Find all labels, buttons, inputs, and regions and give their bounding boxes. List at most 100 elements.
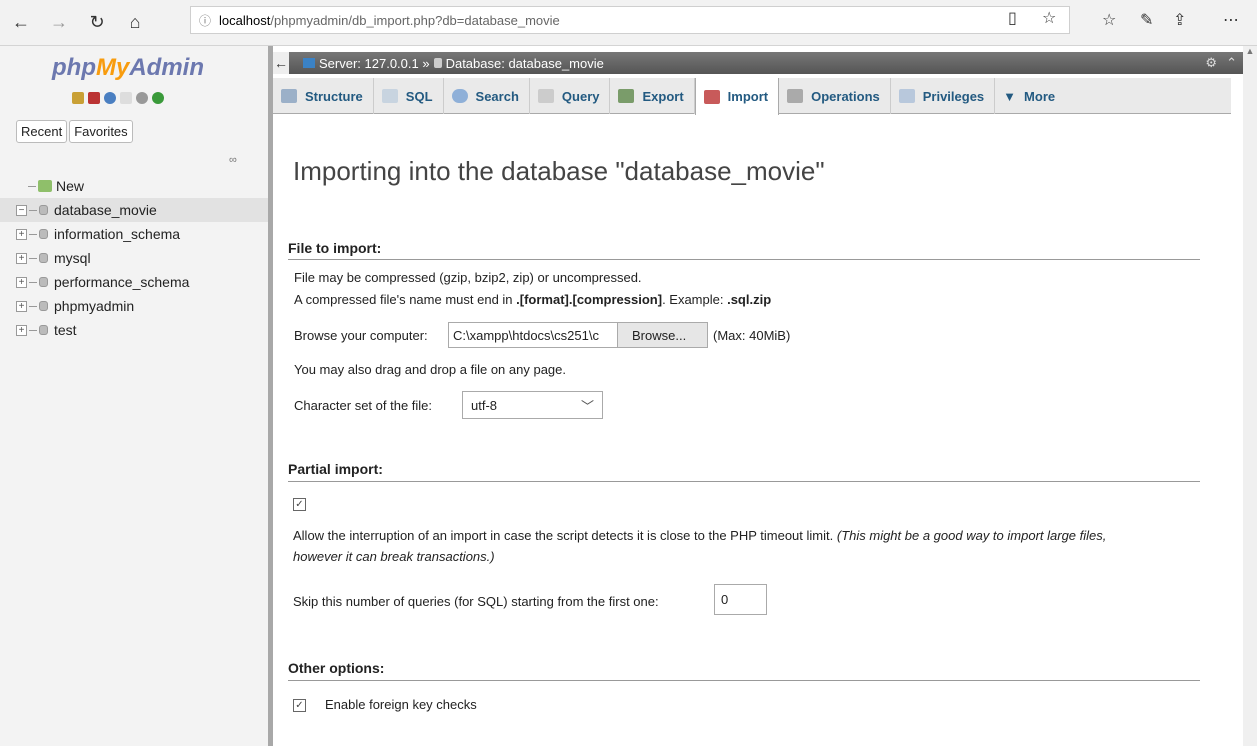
tab-export[interactable]: Export: [610, 78, 695, 114]
chevron-down-icon: ﹀: [580, 398, 594, 414]
chevron-down-icon: ▼: [1003, 88, 1017, 104]
url-path: /phpmyadmin/db_import.php?db=database_mo…: [270, 12, 560, 28]
database-icon: [39, 229, 48, 239]
tab-more[interactable]: ▼ More: [995, 78, 1065, 114]
tree-item-mysql[interactable]: + mysql: [0, 246, 268, 270]
tree-item-test[interactable]: + test: [0, 318, 268, 342]
tab-search[interactable]: Search: [444, 78, 530, 114]
collapse-sidebar-icon[interactable]: ←: [273, 52, 289, 74]
tree-connector: [29, 209, 37, 211]
tree-item-label: test: [54, 322, 77, 338]
query-icon: [537, 89, 554, 103]
reading-view-icon[interactable]: ▯: [1008, 8, 1017, 28]
wrench-icon: [787, 89, 804, 103]
tree-item-label: database_movie: [54, 202, 157, 218]
browse-button[interactable]: Browse...: [617, 323, 707, 347]
breadcrumb-server[interactable]: Server: 127.0.0.1 »: [303, 56, 430, 71]
link-icon[interactable]: ∞: [229, 154, 237, 166]
tab-query[interactable]: Query: [530, 78, 611, 114]
tree-item-database-movie[interactable]: − database_movie: [0, 198, 268, 222]
help-icon[interactable]: [104, 92, 116, 104]
scroll-up-icon[interactable]: ▲: [1243, 46, 1257, 60]
skip-queries-input[interactable]: 0: [714, 584, 767, 615]
tab-label: Structure: [305, 88, 363, 104]
more-icon[interactable]: ⋯: [1223, 10, 1239, 30]
tab-label: Export: [642, 88, 684, 104]
home-icon[interactable]: ⌂: [118, 6, 152, 40]
main-tabs: Structure SQL Search Query Export Import…: [273, 78, 1231, 115]
foreign-key-label: Enable foreign key checks: [325, 697, 477, 712]
file-input[interactable]: C:\xampp\htdocs\cs251\c Browse...: [448, 322, 708, 348]
sql-icon: [381, 89, 398, 103]
database-tree: New − database_movie + information_schem…: [0, 174, 268, 342]
tab-privileges[interactable]: Privileges: [891, 78, 996, 114]
address-bar[interactable]: ⓘ localhost /phpmyadmin/db_import.php?db…: [190, 6, 1070, 34]
logout-icon[interactable]: [88, 92, 100, 104]
expand-icon[interactable]: +: [16, 252, 27, 264]
logo-my: My: [95, 54, 130, 81]
pen-icon[interactable]: ✎: [1140, 10, 1153, 30]
charset-label: Character set of the file:: [294, 398, 433, 413]
tab-operations[interactable]: Operations: [779, 78, 891, 114]
phpmyadmin-logo[interactable]: phpMyAdmin: [52, 54, 204, 82]
expand-icon[interactable]: +: [16, 324, 27, 336]
database-icon: [39, 277, 48, 287]
favorite-star-icon[interactable]: ☆: [1042, 8, 1056, 28]
collapse-icon[interactable]: −: [16, 204, 27, 216]
breadcrumb-database[interactable]: Database: database_movie: [433, 56, 604, 71]
home-icon[interactable]: [72, 92, 84, 104]
tree-item-phpmyadmin[interactable]: + phpmyadmin: [0, 294, 268, 318]
database-icon: [39, 253, 48, 263]
allow-interrupt-text: Allow the interruption of an import in c…: [293, 528, 834, 543]
recent-tab[interactable]: Recent: [16, 120, 68, 143]
gear-icon[interactable]: ⚙: [1205, 55, 1217, 71]
section-divider: [288, 680, 1200, 681]
tab-label: Import: [727, 89, 769, 104]
database-icon: [39, 325, 48, 335]
format-note-mid: . Example:: [662, 292, 728, 307]
charset-select[interactable]: utf-8 ﹀: [462, 391, 603, 419]
back-icon[interactable]: ←: [4, 6, 38, 40]
info-icon: ⓘ: [199, 13, 212, 28]
allow-interrupt-checkbox[interactable]: ✓: [293, 498, 306, 511]
import-icon: [703, 89, 720, 104]
tree-item-new[interactable]: New: [0, 174, 268, 198]
format-note-pattern: .[format].[compression]: [516, 292, 663, 307]
drag-drop-note: You may also drag and drop a file on any…: [294, 362, 566, 377]
favorites-tab[interactable]: Favorites: [69, 120, 133, 143]
charset-value: utf-8: [471, 397, 498, 413]
format-note-prefix: A compressed file's name must end in: [294, 292, 517, 307]
tree-item-information-schema[interactable]: + information_schema: [0, 222, 268, 246]
tab-import[interactable]: Import: [694, 78, 780, 115]
docs-icon[interactable]: [120, 92, 132, 104]
tree-connector: [29, 257, 37, 259]
settings-icon[interactable]: [136, 92, 148, 104]
tab-label: Query: [561, 88, 600, 104]
expand-icon[interactable]: +: [16, 276, 27, 288]
tab-structure[interactable]: Structure: [273, 78, 374, 114]
tab-label: Search: [475, 88, 519, 104]
vertical-scrollbar[interactable]: ▲: [1243, 46, 1257, 746]
section-divider: [288, 481, 1200, 482]
refresh-icon[interactable]: ↻: [80, 6, 114, 40]
file-path: C:\xampp\htdocs\cs251\c: [453, 327, 599, 343]
share-icon[interactable]: ⇪: [1173, 10, 1186, 30]
tree-item-performance-schema[interactable]: + performance_schema: [0, 270, 268, 294]
structure-icon: [281, 89, 297, 103]
expand-icon[interactable]: +: [16, 300, 27, 312]
tree-item-label: mysql: [54, 250, 91, 266]
compression-note: File may be compressed (gzip, bzip2, zip…: [294, 270, 642, 285]
logo-php: php: [52, 54, 96, 81]
forward-icon[interactable]: →: [42, 6, 76, 40]
collapse-icon[interactable]: ⌃: [1226, 55, 1237, 71]
database-icon: [39, 301, 48, 311]
format-note-example: .sql.zip: [727, 292, 772, 307]
favorites-list-icon[interactable]: ☆: [1102, 10, 1116, 30]
tab-label: Operations: [811, 88, 880, 104]
tab-sql[interactable]: SQL: [374, 78, 444, 114]
expand-icon[interactable]: +: [16, 228, 27, 240]
max-size-label: (Max: 40MiB): [713, 328, 791, 343]
privileges-icon: [898, 89, 915, 103]
foreign-key-checkbox[interactable]: ✓: [293, 699, 306, 712]
reload-icon[interactable]: [152, 92, 164, 104]
